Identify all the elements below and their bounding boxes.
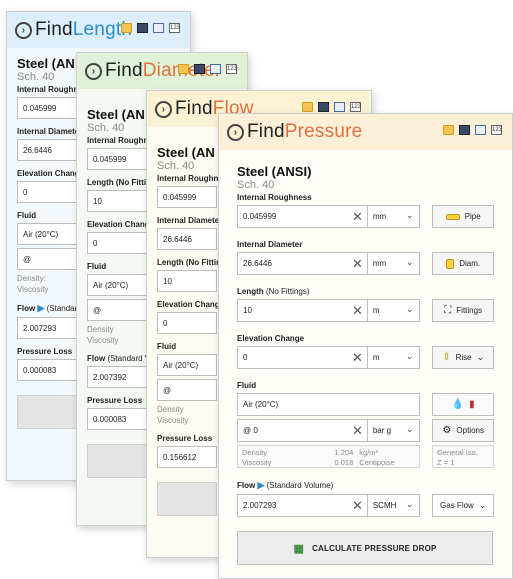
pressure-input[interactable]: @ 0 ✕ (237, 419, 368, 442)
chevron-down-icon: ⌄ (476, 352, 485, 362)
title-bar: › Find Length 123 (7, 12, 190, 48)
app-name: Pressure (284, 121, 363, 142)
chevron-down-icon: ⌄ (405, 304, 414, 314)
schedule-label: Sch. 40 (237, 179, 275, 191)
flow-input[interactable]: 2.007293 ✕ (237, 494, 368, 517)
title-bar: › Find Pressure 123 (219, 114, 512, 150)
save-icon[interactable] (194, 64, 205, 74)
chevron-down-icon: ⌄ (405, 351, 414, 361)
open-folder-icon[interactable] (121, 23, 132, 33)
chevron-down-icon: ⌄ (405, 257, 414, 267)
chevron-down-icon: ⌄ (405, 210, 414, 220)
open-folder-icon[interactable] (302, 102, 313, 112)
findpressure-window: › Find Pressure 123 Steel (ANSI) Sch. 40… (218, 113, 513, 579)
diameter-label: Internal Diameter (237, 240, 303, 249)
print-icon[interactable] (153, 23, 164, 33)
calculate-pressure-drop-button[interactable]: ▦ CALCULATE PRESSURE DROP (237, 531, 493, 565)
play-icon: ▶ (37, 303, 45, 313)
clear-icon[interactable]: ✕ (352, 350, 363, 365)
chevron-down-icon: ⌄ (405, 499, 414, 509)
length-input[interactable]: 10 ✕ (237, 299, 368, 322)
print-icon[interactable] (210, 64, 221, 74)
calculator-icon[interactable]: 123 (491, 125, 502, 135)
logo-arrow-icon: › (155, 100, 172, 118)
fluid-input[interactable]: Air (20°C) (237, 393, 421, 416)
toolbar: 123 (302, 102, 361, 112)
clear-icon[interactable]: ✕ (352, 498, 363, 513)
calculator-icon[interactable]: 123 (226, 64, 237, 74)
clear-icon[interactable]: ✕ (352, 303, 363, 318)
clear-icon[interactable]: ✕ (352, 423, 363, 438)
fluid-label: Fluid (237, 381, 257, 390)
app-logo: › Find Length (15, 19, 132, 41)
calculator-icon[interactable]: 123 (350, 102, 361, 112)
length-input[interactable]: 10 (157, 270, 217, 292)
title-bar: › Find Diameter 123 (77, 53, 247, 89)
diameter-icon (446, 258, 455, 269)
roughness-label: Internal Roughness (237, 193, 312, 202)
calculator-icon[interactable]: 123 (169, 23, 180, 33)
calculate-button[interactable] (157, 482, 217, 516)
rise-select[interactable]: ⇕ Rise ⌄ (432, 346, 494, 369)
diameter-button[interactable]: Diam. (432, 252, 494, 275)
chart-icon[interactable]: ▮ (469, 399, 475, 410)
fittings-button[interactable]: ⛶ Fittings (432, 299, 494, 322)
save-icon[interactable] (318, 102, 329, 112)
logo-arrow-icon: › (227, 123, 244, 141)
elevation-unit-select[interactable]: m ⌄ (367, 346, 421, 369)
save-icon[interactable] (459, 125, 470, 135)
roughness-unit-select[interactable]: mm ⌄ (367, 205, 421, 228)
clear-icon[interactable]: ✕ (352, 209, 363, 224)
pressure-unit-select[interactable]: bar g ⌄ (367, 419, 421, 442)
roughness-input[interactable]: 0.045999 ✕ (237, 205, 368, 228)
clear-icon[interactable]: ✕ (352, 256, 363, 271)
roughness-input[interactable]: 0.045999 (157, 186, 217, 208)
print-icon[interactable] (334, 102, 345, 112)
fluid-tools: 💧 ▮ (432, 393, 494, 416)
options-button[interactable]: ⚙ Options (432, 419, 494, 442)
flow-label: Flow ▶ (Standard Volume) (237, 480, 334, 490)
length-label: Length (No Fittings) (237, 287, 310, 296)
logo-arrow-icon: › (15, 21, 32, 39)
rise-icon: ⇕ (442, 352, 451, 363)
chevron-down-icon: ⌄ (405, 424, 414, 434)
open-folder-icon[interactable] (443, 125, 454, 135)
diameter-input[interactable]: 26.6446 (157, 228, 217, 250)
fluid-properties: Density Viscosity 1.204 0.018 kg/m³ Cent… (237, 445, 420, 468)
elevation-input[interactable]: 0 (157, 312, 217, 334)
elevation-input[interactable]: 0 ✕ (237, 346, 368, 369)
material-title: Steel (ANSI) (237, 164, 312, 179)
gear-icon: ⚙ (442, 425, 452, 436)
length-unit-select[interactable]: m ⌄ (367, 299, 421, 322)
play-icon: ▶ (257, 480, 265, 490)
diameter-input[interactable]: 26.6446 ✕ (237, 252, 368, 275)
toolbar: 123 (121, 23, 180, 33)
calculator-icon: ▦ (293, 542, 305, 555)
flow-type-select[interactable]: Gas Flow ⌄ (432, 494, 494, 517)
fittings-icon: ⛶ (444, 305, 452, 316)
pipe-button[interactable]: Pipe (432, 205, 494, 228)
elevation-label: Elevation Change (237, 334, 305, 343)
save-icon[interactable] (137, 23, 148, 33)
toolbar: 123 (443, 125, 502, 135)
pressure-input[interactable]: @ (157, 379, 217, 401)
result-output: 0.156612 (157, 446, 217, 468)
fluid-input[interactable]: Air (20°C) (157, 354, 217, 376)
pipe-icon (445, 213, 460, 220)
drop-icon[interactable]: 💧 (452, 399, 464, 410)
diameter-unit-select[interactable]: mm ⌄ (367, 252, 421, 275)
flow-unit-select[interactable]: SCMH ⌄ (367, 494, 421, 517)
app-logo: › Find Pressure (227, 121, 362, 143)
print-icon[interactable] (475, 125, 486, 135)
model-info: General Iso. Z = 1 (431, 445, 494, 468)
open-folder-icon[interactable] (178, 64, 189, 74)
chevron-down-icon: ⌄ (478, 500, 487, 510)
logo-arrow-icon: › (85, 62, 102, 80)
toolbar: 123 (178, 64, 237, 74)
